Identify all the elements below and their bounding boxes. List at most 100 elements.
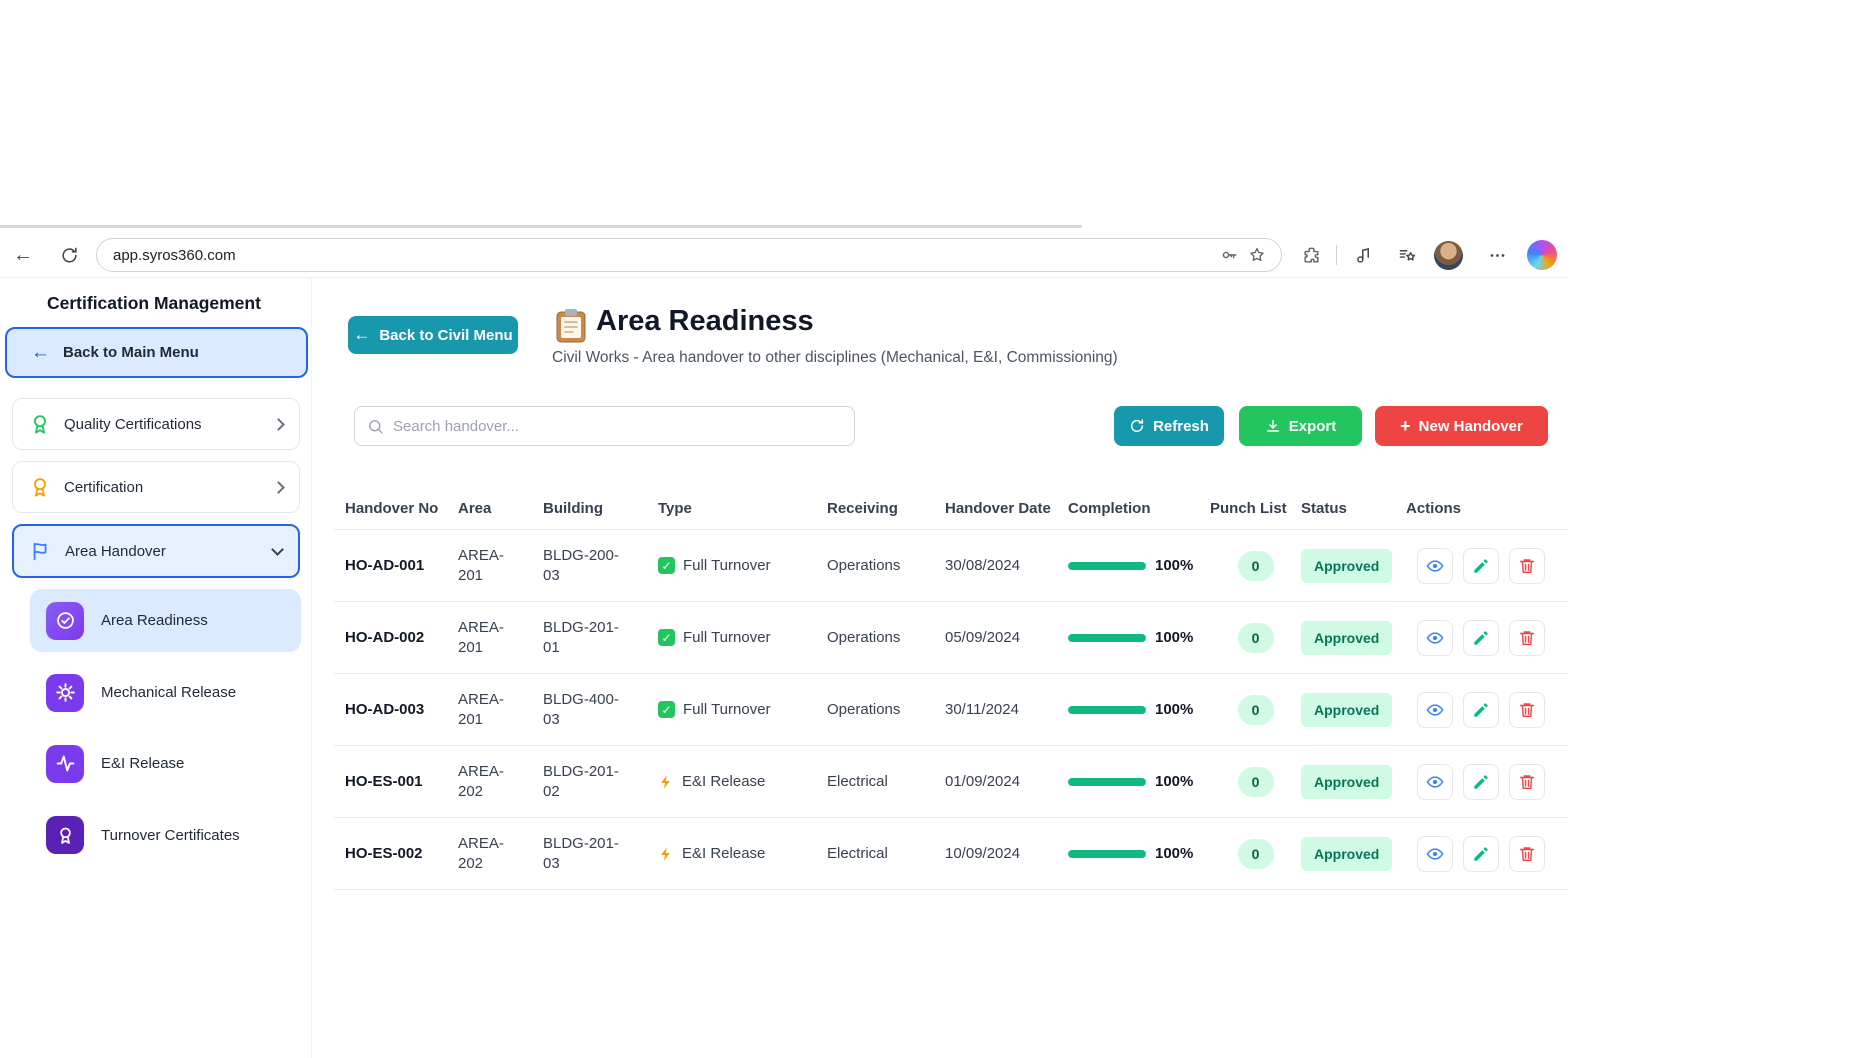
export-button[interactable]: Export [1239, 406, 1362, 446]
sidebar-subitem-area-readiness[interactable]: Area Readiness [30, 589, 301, 652]
browser-menu-button[interactable] [1482, 240, 1512, 270]
sidebar-subitem-mechanical-release[interactable]: Mechanical Release [30, 664, 301, 721]
building-cell: BLDG-400-03 [543, 690, 658, 730]
browser-essentials-button[interactable] [1348, 240, 1378, 270]
column-header-completion: Completion [1068, 500, 1210, 517]
password-key-icon[interactable] [1215, 241, 1243, 269]
handover-date-cell: 30/11/2024 [945, 700, 1068, 720]
punch-count-badge: 0 [1238, 839, 1274, 869]
column-header-type: Type [658, 500, 827, 517]
clipboard-icon [556, 308, 586, 343]
edit-button[interactable] [1463, 548, 1499, 584]
new-handover-label: New Handover [1419, 418, 1523, 435]
address-bar[interactable]: app.syros360.com [96, 238, 1282, 272]
sidebar-item-area-handover[interactable]: Area Handover [12, 524, 300, 578]
completion-cell: 100% [1068, 628, 1210, 648]
gear-icon [46, 674, 84, 712]
export-label: Export [1289, 418, 1337, 435]
delete-button[interactable] [1509, 620, 1545, 656]
back-to-civil-menu-button[interactable]: ← Back to Civil Menu [348, 316, 518, 354]
handover-date-cell: 01/09/2024 [945, 772, 1068, 792]
download-icon [1265, 418, 1281, 434]
sidebar-subitem-ei-release[interactable]: E&I Release [30, 735, 301, 792]
status-cell: Approved [1301, 837, 1406, 871]
page-subtitle: Civil Works - Area handover to other dis… [552, 349, 1118, 367]
browser-toolbar: ← app.syros360.com [0, 231, 1568, 278]
status-badge: Approved [1301, 693, 1392, 727]
progress-bar [1068, 634, 1146, 642]
flag-icon [30, 540, 52, 562]
sidebar-subitem-label: Mechanical Release [101, 684, 236, 701]
window-edge-line [0, 225, 1082, 228]
type-cell: ✓ E&I Release [658, 772, 827, 792]
browser-back-button[interactable]: ← [8, 240, 38, 270]
new-handover-button[interactable]: + New Handover [1375, 406, 1548, 446]
profile-avatar[interactable] [1434, 241, 1463, 270]
column-header-handover-no: Handover No [345, 500, 458, 517]
back-to-main-menu-button[interactable]: ← Back to Main Menu [5, 327, 308, 378]
delete-button[interactable] [1509, 548, 1545, 584]
view-button[interactable] [1417, 836, 1453, 872]
completion-cell: 100% [1068, 772, 1210, 792]
edit-button[interactable] [1463, 836, 1499, 872]
view-button[interactable] [1417, 620, 1453, 656]
building-cell: BLDG-201-02 [543, 762, 658, 802]
pencil-icon [1472, 629, 1490, 647]
plus-icon: + [1400, 417, 1411, 435]
view-button[interactable] [1417, 764, 1453, 800]
punch-count-badge: 0 [1238, 551, 1274, 581]
edit-button[interactable] [1463, 764, 1499, 800]
column-header-building: Building [543, 500, 658, 517]
punch-count-badge: 0 [1238, 767, 1274, 797]
punch-count-badge: 0 [1238, 623, 1274, 653]
status-badge: Approved [1301, 621, 1392, 655]
back-to-main-menu-label: Back to Main Menu [63, 344, 199, 361]
sidebar-item-certification[interactable]: Certification [12, 461, 300, 513]
status-cell: Approved [1301, 765, 1406, 799]
copilot-icon[interactable] [1527, 240, 1557, 270]
view-button[interactable] [1417, 548, 1453, 584]
delete-button[interactable] [1509, 836, 1545, 872]
chevron-right-icon [272, 481, 285, 494]
receiving-cell: Operations [827, 700, 945, 720]
trash-icon [1518, 701, 1536, 719]
toolbar-separator [1336, 245, 1337, 265]
status-cell: Approved [1301, 549, 1406, 583]
actions-cell [1406, 836, 1568, 872]
refresh-button[interactable]: Refresh [1114, 406, 1224, 446]
progress-bar [1068, 850, 1146, 858]
activity-icon [46, 745, 84, 783]
search-input[interactable] [393, 418, 842, 435]
reload-icon [60, 246, 79, 265]
edit-button[interactable] [1463, 620, 1499, 656]
view-button[interactable] [1417, 692, 1453, 728]
sidebar-item-quality-certifications[interactable]: Quality Certifications [12, 398, 300, 450]
back-to-civil-menu-label: Back to Civil Menu [379, 327, 512, 344]
search-icon [367, 418, 384, 435]
favorite-star-icon[interactable] [1243, 241, 1271, 269]
handover-date-cell: 30/08/2024 [945, 556, 1068, 576]
check-square-icon: ✓ [658, 629, 675, 646]
search-box [354, 406, 855, 446]
sidebar-subitem-turnover-certificates[interactable]: Turnover Certificates [30, 806, 301, 864]
column-header-receiving: Receiving [827, 500, 945, 517]
bolt-icon [658, 846, 674, 862]
delete-button[interactable] [1509, 692, 1545, 728]
favorites-bar-button[interactable] [1392, 240, 1422, 270]
column-header-area: Area [458, 500, 543, 517]
type-label: Full Turnover [683, 556, 771, 576]
browser-reload-button[interactable] [54, 240, 84, 270]
sidebar: Certification Management ← Back to Main … [0, 278, 312, 1058]
award-icon [29, 413, 51, 435]
building-cell: BLDG-200-03 [543, 546, 658, 586]
extensions-button[interactable] [1296, 240, 1326, 270]
area-cell: AREA-201 [458, 690, 543, 730]
pencil-icon [1472, 845, 1490, 863]
progress-bar [1068, 562, 1146, 570]
edit-button[interactable] [1463, 692, 1499, 728]
puzzle-icon [1302, 246, 1321, 265]
delete-button[interactable] [1509, 764, 1545, 800]
sidebar-subitem-label: Area Readiness [101, 612, 208, 629]
table-row: HO-AD-003 AREA-201 BLDG-400-03 ✓ Full Tu… [334, 674, 1568, 746]
punch-list-cell: 0 [1210, 767, 1301, 797]
